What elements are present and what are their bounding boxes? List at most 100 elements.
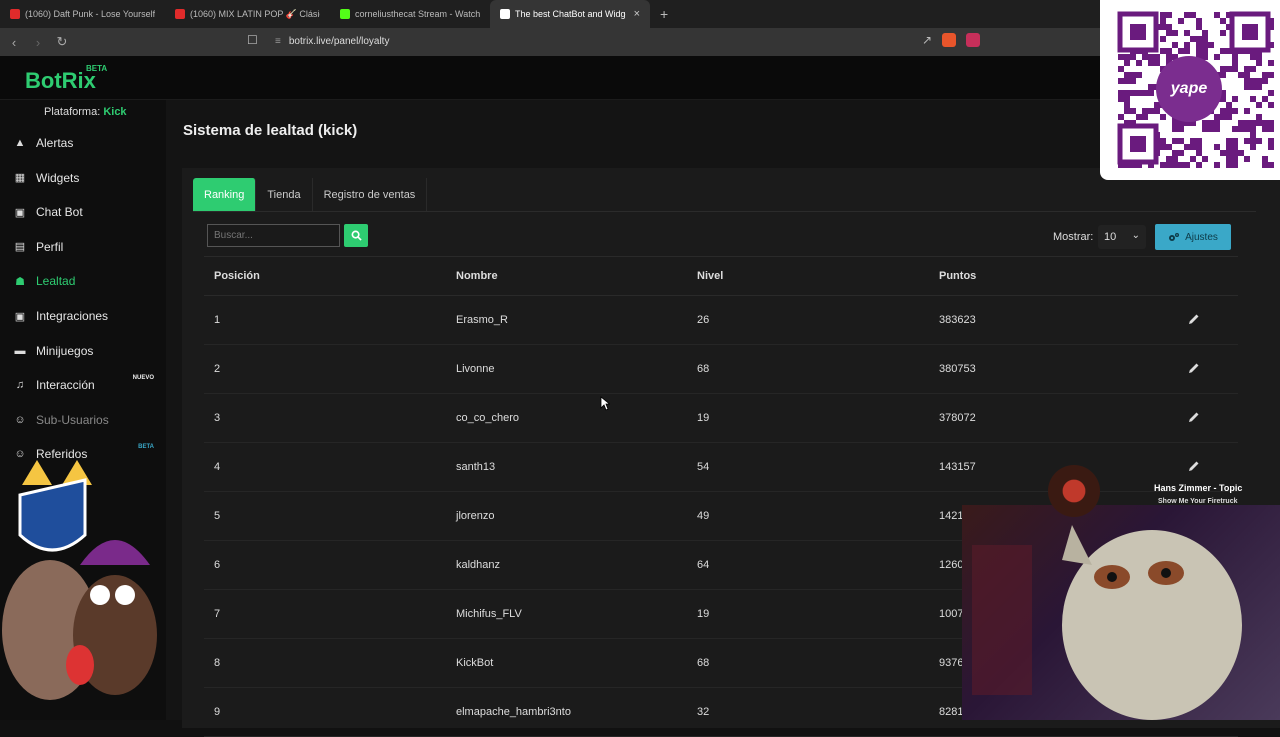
platform-value: Kick: [103, 106, 127, 118]
sidebar-item-alertas[interactable]: ▲ Alertas: [12, 131, 162, 155]
site-info-icon[interactable]: ≡: [275, 36, 281, 47]
tab-title: (1060) MIX LATIN POP 🎸 Clásicos (: [190, 8, 320, 19]
tab-ranking[interactable]: Ranking: [193, 178, 257, 212]
tab-favicon-icon: [500, 9, 510, 19]
tab-tienda[interactable]: Tienda: [256, 178, 313, 212]
col-name[interactable]: Nombre: [456, 270, 498, 282]
cell-points: 8281: [939, 706, 964, 718]
sidebar-item-label: Integraciones: [36, 309, 109, 323]
edit-pencil-icon[interactable]: [1187, 312, 1201, 326]
page-title: Sistema de lealtad (kick): [183, 122, 358, 139]
bookmark-icon[interactable]: ☐: [247, 33, 258, 47]
cell-position: 7: [214, 608, 221, 620]
cell-points: 1260: [939, 559, 964, 571]
col-level[interactable]: Nivel: [697, 270, 723, 282]
show-count-value: 10: [1104, 231, 1117, 243]
search-button[interactable]: [344, 224, 368, 247]
back-icon[interactable]: ‹: [4, 35, 24, 50]
search-icon: [351, 230, 362, 241]
cell-level: 54: [697, 461, 710, 473]
gears-icon: [1169, 232, 1180, 241]
yape-qr-code: yape: [1100, 0, 1280, 180]
browser-tab[interactable]: (1060) Daft Punk - Lose Yourself: [0, 0, 165, 28]
platform-indicator: Plataforma: Kick: [44, 106, 127, 118]
search-input[interactable]: [207, 224, 340, 247]
loyalty-tabs: Ranking Tienda Registro de ventas: [193, 178, 428, 212]
cell-points: 1007: [939, 608, 964, 620]
cell-points: 383623: [939, 314, 976, 326]
close-tab-icon[interactable]: ×: [634, 8, 640, 20]
sidebar-item-widgets[interactable]: ▦ Widgets: [12, 166, 162, 190]
show-count-select[interactable]: 10 ⌄: [1098, 225, 1146, 249]
gamepad-icon: ▬: [14, 344, 26, 357]
col-points[interactable]: Puntos: [939, 270, 976, 282]
forward-icon[interactable]: ›: [28, 35, 48, 50]
tabs-divider: [193, 211, 1256, 212]
sidebar-item-minijuegos[interactable]: ▬ Minijuegos: [12, 339, 162, 363]
tab-title: corneliusthecat Stream - Watch Live: [355, 9, 480, 19]
platform-label: Plataforma:: [44, 106, 101, 118]
address-bar[interactable]: ≡ botrix.live/panel/loyalty: [275, 36, 389, 47]
show-count-label: Mostrar:: [1053, 231, 1094, 243]
grid-icon: ▦: [14, 172, 26, 185]
brave-rewards-icon[interactable]: [966, 33, 981, 47]
sidebar-item-label: Lealtad: [36, 274, 76, 289]
cell-name: Erasmo_R: [456, 314, 508, 326]
settings-button[interactable]: Ajustes: [1155, 224, 1231, 250]
tab-title: (1060) Daft Punk - Lose Yourself: [25, 9, 155, 19]
table-row: 1 Erasmo_R 26 383623: [204, 296, 1238, 345]
webcam-overlay: [962, 505, 1280, 720]
col-position[interactable]: Posición: [214, 270, 260, 282]
cell-position: 8: [214, 657, 221, 669]
cell-name: elmapache_hambri3nto: [456, 706, 571, 718]
sidebar-item-label: Perfil: [36, 239, 64, 254]
sidebar-item-sub-usuarios[interactable]: ☺ Sub-Usuarios: [12, 408, 162, 432]
new-tab-icon[interactable]: +: [650, 6, 678, 22]
cell-position: 6: [214, 559, 221, 571]
brave-shield-icon[interactable]: [942, 33, 957, 47]
donkey-mascot-icon: [2, 460, 157, 700]
table-header: Posición Nombre Nivel Puntos: [204, 256, 1238, 296]
music-icon: ♫: [15, 379, 25, 392]
chevron-down-icon: ⌄: [1131, 230, 1140, 241]
yape-logo: yape: [1156, 56, 1222, 122]
reload-icon[interactable]: ↻: [52, 34, 72, 50]
sidebar-item-perfil[interactable]: ▤ Perfil: [12, 235, 162, 259]
cell-position: 2: [214, 363, 221, 375]
sidebar-item-label: Widgets: [36, 170, 80, 185]
cell-level: 19: [697, 412, 710, 424]
cell-level: 19: [697, 608, 710, 620]
sidebar-item-lealtad[interactable]: ☗ Lealtad: [12, 269, 162, 293]
now-playing-widget: Hans Zimmer - Topic Show Me Your Firetru…: [1048, 465, 1280, 517]
share-icon[interactable]: ↗: [922, 33, 932, 47]
cell-level: 49: [697, 510, 710, 522]
browser-tab[interactable]: The best ChatBot and Widgets fo ×: [490, 0, 650, 28]
sidebar-item-integraciones[interactable]: ▣ Integraciones: [12, 304, 162, 328]
sidebar-item-interacci-n[interactable]: ♫ Interacción NUEVO: [12, 373, 162, 397]
sidebar-item-chat-bot[interactable]: ▣ Chat Bot: [12, 200, 162, 224]
cell-points: 380753: [939, 363, 976, 375]
cell-level: 64: [697, 559, 710, 571]
sidebar-item-label: Interacción: [36, 378, 95, 393]
edit-pencil-icon[interactable]: [1187, 410, 1201, 424]
cell-name: kaldhanz: [456, 559, 501, 571]
users-icon: ☺: [14, 413, 26, 426]
cell-position: 4: [214, 461, 221, 473]
logo-beta-badge: BETA: [86, 64, 108, 73]
cell-level: 68: [697, 363, 710, 375]
cell-name: santh13: [456, 461, 496, 473]
edit-pencil-icon[interactable]: [1187, 361, 1201, 375]
warning-icon: ▲: [14, 137, 26, 149]
browser-tab[interactable]: (1060) MIX LATIN POP 🎸 Clásicos (: [165, 0, 330, 28]
cell-points: 143157: [939, 461, 976, 473]
cell-points: 378072: [939, 412, 976, 424]
cell-level: 26: [697, 314, 710, 326]
trophy-icon: ☗: [15, 275, 25, 288]
song-subtitle: Show Me Your Firetruck: [1158, 498, 1238, 505]
cell-name: Michifus_FLV: [456, 608, 522, 620]
botrix-logo[interactable]: BotRix BETA: [25, 64, 107, 94]
tab-registro-de-ventas[interactable]: Registro de ventas: [313, 178, 428, 212]
browser-toolbar: ‹ › ↻ ☐ ≡ botrix.live/panel/loyalty ↗: [0, 28, 1280, 56]
browser-tab[interactable]: corneliusthecat Stream - Watch Live: [330, 0, 490, 28]
cell-name: co_co_chero: [456, 412, 519, 424]
